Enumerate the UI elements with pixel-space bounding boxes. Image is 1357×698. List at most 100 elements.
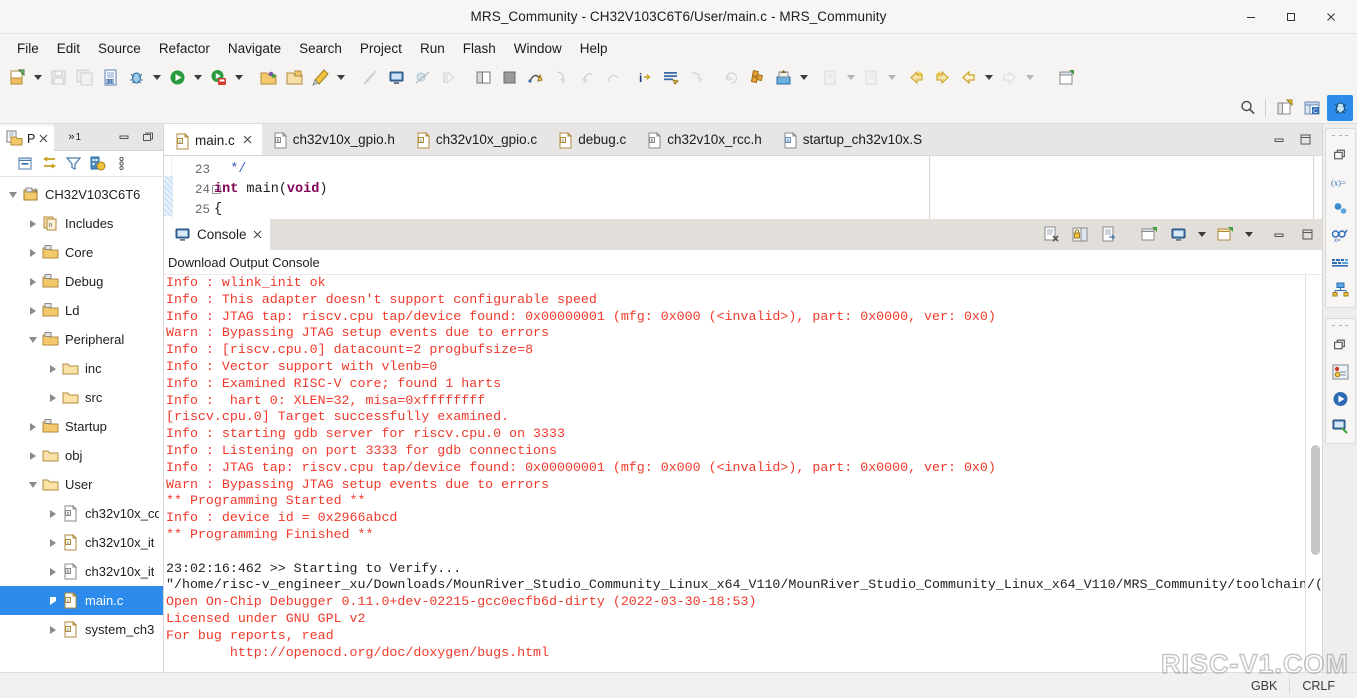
display-selected-console-dropdown[interactable] xyxy=(1194,222,1209,248)
filter-button[interactable] xyxy=(62,154,84,174)
debug-view-icon[interactable] xyxy=(1328,359,1353,384)
debug-perspective-button[interactable] xyxy=(1327,94,1353,121)
peripherals-view-icon[interactable] xyxy=(1328,277,1353,302)
tab-console[interactable]: Console xyxy=(164,219,270,250)
editor-tab-ch32v10x-gpio-c[interactable]: c ch32v10x_gpio.c xyxy=(405,124,547,155)
word-wrap-button[interactable] xyxy=(1096,222,1122,248)
editor-tab-debug-c[interactable]: c debug.c xyxy=(547,124,636,155)
build-button[interactable] xyxy=(307,64,333,90)
open-declaration-button[interactable] xyxy=(658,64,684,90)
terminal-button[interactable] xyxy=(383,64,409,90)
editor-tab-main-c[interactable]: c main.c xyxy=(164,124,262,155)
chevron-right-icon[interactable] xyxy=(46,536,60,550)
run-view-icon[interactable] xyxy=(1328,386,1353,411)
tree-item-ld[interactable]: Ld xyxy=(0,296,163,325)
minimize-editor-button[interactable] xyxy=(1272,133,1286,147)
run-button[interactable] xyxy=(164,64,190,90)
back-history-dropdown[interactable] xyxy=(981,64,996,90)
editor-text[interactable]: */ int main(void) { xyxy=(214,156,1322,219)
close-icon[interactable] xyxy=(243,135,252,147)
back-arrow-button[interactable] xyxy=(955,64,981,90)
close-window-button[interactable] xyxy=(1311,2,1351,32)
chevron-right-icon[interactable] xyxy=(26,420,40,434)
tree-item-peripheral[interactable]: Peripheral xyxy=(0,325,163,354)
tree-item-user[interactable]: User xyxy=(0,470,163,499)
resume-button[interactable] xyxy=(435,64,461,90)
scroll-lock-button[interactable] xyxy=(1067,222,1093,248)
tree-item-main-c[interactable]: c main.c xyxy=(0,586,163,615)
stop-button[interactable] xyxy=(496,64,522,90)
split-editor-button[interactable] xyxy=(470,64,496,90)
registers-view-icon[interactable] xyxy=(1328,250,1353,275)
step-return-button[interactable] xyxy=(574,64,600,90)
menu-flash[interactable]: Flash xyxy=(454,38,505,59)
download-button[interactable] xyxy=(205,64,231,90)
chevron-right-icon[interactable] xyxy=(46,565,60,579)
open-type-dropdown[interactable] xyxy=(796,64,811,90)
next-annotation-dropdown[interactable] xyxy=(843,64,858,90)
save-all-button[interactable] xyxy=(71,64,97,90)
menu-source[interactable]: Source xyxy=(89,38,150,59)
build-config-button[interactable] xyxy=(86,154,108,174)
step-into-button[interactable] xyxy=(548,64,574,90)
tree-item-includes[interactable]: h Includes xyxy=(0,209,163,238)
c-cpp-perspective-button[interactable]: C xyxy=(1299,95,1325,121)
menu-refactor[interactable]: Refactor xyxy=(150,38,219,59)
menu-project[interactable]: Project xyxy=(351,38,411,59)
close-icon[interactable] xyxy=(39,132,48,146)
chevron-right-icon[interactable] xyxy=(46,623,60,637)
menu-search[interactable]: Search xyxy=(290,38,351,59)
debug-button[interactable] xyxy=(123,64,149,90)
menu-window[interactable]: Window xyxy=(505,38,571,59)
view-menu-button[interactable] xyxy=(110,154,132,174)
chevron-right-icon[interactable] xyxy=(46,507,60,521)
new-source-file-button[interactable]: 010 xyxy=(97,64,123,90)
chevron-right-icon[interactable] xyxy=(26,246,40,260)
chevron-down-icon[interactable] xyxy=(26,478,40,492)
open-project-button[interactable] xyxy=(255,64,281,90)
instruction-stepping-button[interactable] xyxy=(600,64,626,90)
new-file-button[interactable] xyxy=(4,64,30,90)
editor-tab-ch32v10x-rcc-h[interactable]: h ch32v10x_rcc.h xyxy=(636,124,772,155)
maximize-editor-button[interactable] xyxy=(1298,133,1312,147)
console-view-icon[interactable] xyxy=(1328,413,1353,438)
open-type-button[interactable] xyxy=(770,64,796,90)
tree-item-inc[interactable]: inc xyxy=(0,354,163,383)
new-window-button[interactable] xyxy=(1053,64,1079,90)
debug-dropdown[interactable] xyxy=(149,64,164,90)
chevron-right-icon[interactable] xyxy=(46,362,60,376)
chevron-down-icon[interactable] xyxy=(26,333,40,347)
run-dropdown[interactable] xyxy=(190,64,205,90)
open-console-dropdown[interactable] xyxy=(1241,222,1256,248)
chevron-right-icon[interactable] xyxy=(26,217,40,231)
skip-breakpoints-button[interactable] xyxy=(409,64,435,90)
console-scrollbar-thumb[interactable] xyxy=(1311,445,1320,555)
next-annotation-button[interactable] xyxy=(817,64,843,90)
menu-navigate[interactable]: Navigate xyxy=(219,38,290,59)
last-edit-button[interactable] xyxy=(684,64,710,90)
tree-item-system-ch3[interactable]: c system_ch3 xyxy=(0,615,163,644)
editor-tab-ch32v10x-gpio-h[interactable]: h ch32v10x_gpio.h xyxy=(262,124,405,155)
forward-arrow-button[interactable] xyxy=(996,64,1022,90)
menu-file[interactable]: File xyxy=(8,38,48,59)
tree-item-startup[interactable]: Startup xyxy=(0,412,163,441)
refresh-button[interactable] xyxy=(718,64,744,90)
search-task-button[interactable] xyxy=(744,64,770,90)
clean-button[interactable] xyxy=(357,64,383,90)
editor-tab-startup-ch32v10x-s[interactable]: Sstartup_ch32v10x.S xyxy=(772,124,932,155)
menu-edit[interactable]: Edit xyxy=(48,38,89,59)
tree-item-ch32v103c6t6[interactable]: c CH32V103C6T6 xyxy=(0,180,163,209)
minimize-console-button[interactable] xyxy=(1272,228,1286,242)
forward-history-dropdown[interactable] xyxy=(1022,64,1037,90)
restore-icon[interactable] xyxy=(1328,332,1353,357)
save-button[interactable] xyxy=(45,64,71,90)
chevron-right-icon[interactable] xyxy=(46,594,60,608)
breakpoints-view-icon[interactable] xyxy=(1328,196,1353,221)
chevron-right-icon[interactable] xyxy=(26,275,40,289)
tree-item-src[interactable]: src xyxy=(0,383,163,412)
close-project-button[interactable] xyxy=(281,64,307,90)
tree-item-ch32v10x-it[interactable]: c ch32v10x_it xyxy=(0,528,163,557)
tree-item-obj[interactable]: obj xyxy=(0,441,163,470)
restore-icon[interactable] xyxy=(1328,142,1353,167)
step-over-button[interactable] xyxy=(522,64,548,90)
